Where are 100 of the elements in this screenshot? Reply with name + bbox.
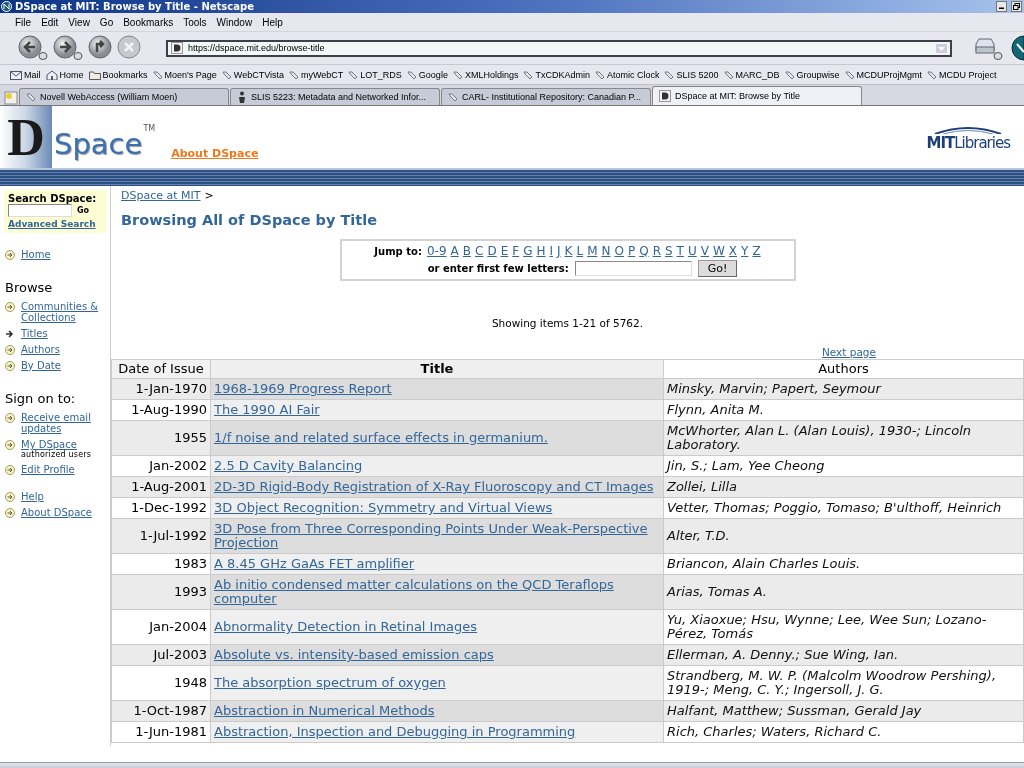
bookmark-link[interactable]: Google [418,69,448,80]
nav-link[interactable]: Authors [21,344,60,355]
next-page-link[interactable]: Next page [821,346,876,358]
letters-field[interactable] [574,261,692,276]
partner-logo: MITLibraries [926,126,1010,152]
bookmark-link[interactable]: myWebCT [301,69,344,80]
letter-link[interactable]: V [700,244,709,258]
nav-link[interactable]: My DSpace [21,439,92,450]
date-cell: 1-Aug-2001 [111,476,211,498]
menu-item[interactable]: View [63,16,95,28]
browser-tab[interactable]: Novell WebAccess (William Moen) [19,88,229,105]
bookmark-link[interactable]: MARC_DB [735,69,780,80]
bookmark-link[interactable]: Moen's Page [164,69,217,80]
letter-link[interactable]: O [614,244,624,258]
bookmark-icon [26,92,36,102]
app-icon [1,1,12,12]
bookmark-link[interactable]: Atomic Clock [606,69,660,80]
nav-link[interactable]: Edit Profile [21,464,75,475]
date-cell: Jan-2004 [111,609,211,645]
letter-link[interactable]: C [475,244,484,258]
search-field[interactable] [8,204,72,217]
nav-link[interactable]: Home [21,249,51,260]
browser-tab[interactable]: CARL- Institutional Repository: Canadian P... [441,88,651,105]
menu-item[interactable]: Help [257,16,288,28]
nav-link[interactable]: Communities & Collections [21,301,105,323]
bookmark-icon [289,69,299,80]
nav-link[interactable]: Help [21,491,44,502]
folder-icon [88,69,101,80]
bookmark-icon [348,69,359,80]
nav-link[interactable]: By Date [21,360,61,371]
bookmark-link[interactable]: LOT_RDS [360,69,402,80]
letter-link[interactable]: G [523,244,533,258]
menu-item[interactable]: Bookmarks [118,16,179,28]
forward-button[interactable] [53,35,83,61]
letter-link[interactable]: B [462,244,471,258]
letter-link[interactable]: R [652,244,661,258]
bookmark-link[interactable]: XMLHoldings [464,69,519,80]
letter-link[interactable]: W [712,244,725,258]
round-logo-icon[interactable] [1008,35,1024,61]
nav-link[interactable]: Titles [21,328,48,339]
letter-link[interactable]: F [512,244,520,258]
letter-link[interactable]: N [601,244,611,258]
letter-link[interactable]: Z [752,244,761,258]
bookmark-link[interactable]: Mail [24,69,41,80]
letter-link[interactable]: L [576,244,584,258]
letter-link[interactable]: Q [639,244,649,258]
authors-cell: Briancon, Alain Charles Louis. [663,553,1024,575]
menu-item[interactable]: Edit [36,16,64,28]
letter-link[interactable]: A [450,244,459,258]
go-button[interactable]: Go! [697,260,738,277]
figure-icon [237,91,247,103]
browser-tab[interactable]: SLIS 5223: Metadata and Networked Infor... [230,88,440,105]
bookmark-link[interactable]: SLIS 5200 [676,69,719,80]
bookmark-link[interactable]: MCDU Project [939,69,997,80]
menu-item[interactable]: File [10,16,37,28]
nav-link[interactable]: Receive email updates [21,412,105,434]
menu-item[interactable]: Window [211,16,258,28]
bookmark-link[interactable]: TxCDKAdmin [535,69,590,80]
letter-link[interactable]: I [549,244,553,258]
bookmark-link[interactable]: Groupwise [796,69,840,80]
bookmark-link[interactable]: WebCTVista [233,69,284,80]
menu-item[interactable]: Tools [178,16,212,28]
bookmark-icon [452,69,463,80]
letter-link[interactable]: J [557,244,561,258]
letter-link[interactable]: S [664,244,673,258]
address-field[interactable]: https://dspace.mit.edu/browse-title [166,39,952,57]
column-header: Title [210,359,664,379]
stop-button[interactable] [117,35,141,61]
date-cell: 1948 [111,665,211,701]
minimize-button[interactable] [996,1,1007,12]
letter-link[interactable]: P [627,244,636,258]
new-tab-icon[interactable] [4,91,18,105]
menu-item[interactable]: Go [94,16,119,28]
printer-icon[interactable] [973,35,1003,61]
letter-link[interactable]: X [728,244,738,258]
reload-button[interactable] [88,35,112,61]
letter-link[interactable]: U [687,244,697,258]
letter-link[interactable]: 0-9 [426,244,447,258]
letter-link[interactable]: D [487,244,497,258]
letter-link[interactable]: Y [741,244,749,258]
bookmark-icon [664,69,675,80]
letter-link[interactable]: M [587,244,598,258]
date-cell: 1-Jul-1992 [111,518,211,554]
letter-link[interactable]: H [536,244,546,258]
browser-tab[interactable]: DSpace at MIT: Browse by Title [652,86,862,105]
breadcrumb-link[interactable]: DSpace at MIT [121,189,201,202]
bookmark-link[interactable]: Bookmarks [102,69,148,80]
authors-cell: Alter, T.D. [663,518,1024,554]
bookmark-link[interactable]: Home [59,69,84,80]
bookmark-link[interactable]: MCDUProjMgmt [856,69,923,80]
letter-link[interactable]: T [676,244,684,258]
letter-link[interactable]: E [500,244,509,258]
authors-cell: Vetter, Thomas; Poggio, Tomaso; B'ulthoff, Heinrich [663,497,1024,519]
restore-button[interactable] [1011,1,1022,12]
back-button[interactable] [18,35,48,61]
authors-cell: Strandberg, M. W. P. (Malcolm Woodrow Pershing), 1919-; Meng, C. Y.; Ingersoll, J. G. [663,665,1024,701]
advanced-search-link[interactable]: Advanced Search [8,219,102,229]
go-button[interactable]: Go [77,206,90,215]
nav-link[interactable]: About DSpace [21,507,92,518]
letter-link[interactable]: K [564,244,573,258]
